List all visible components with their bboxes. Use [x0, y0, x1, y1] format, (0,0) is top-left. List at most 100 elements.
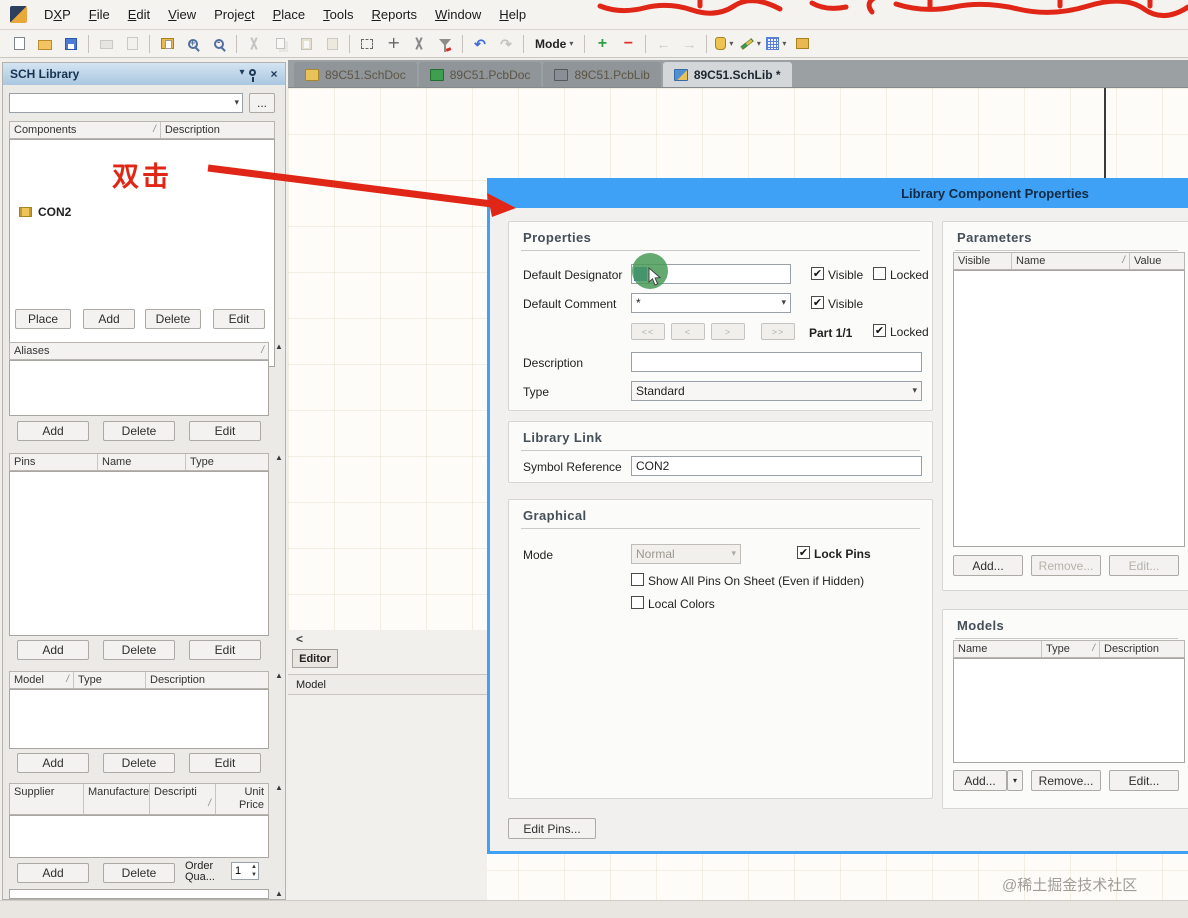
supplier-column-header[interactable]: Supplier — [10, 784, 84, 814]
type-combobox[interactable]: Standard ▾ — [631, 381, 922, 401]
schematic-wire[interactable] — [1104, 88, 1106, 178]
chevron-down-icon[interactable]: ▾ — [912, 385, 917, 396]
menu-view[interactable]: View — [159, 3, 205, 26]
unit-price-column-header[interactable]: Unit Price — [216, 784, 268, 814]
parameters-list[interactable] — [953, 270, 1185, 547]
menu-dxp[interactable]: DXP — [35, 3, 80, 26]
component-row-con2[interactable]: CON2 — [11, 205, 71, 219]
designator-visible-checkbox[interactable]: ✔ — [811, 267, 824, 280]
edit-component-button[interactable]: Edit — [213, 309, 265, 329]
add-model-button[interactable]: Add — [17, 753, 89, 773]
print-preview-icon[interactable] — [120, 33, 144, 55]
aliases-column-header[interactable]: Aliases / — [10, 343, 268, 359]
model-list[interactable] — [9, 689, 269, 749]
edit-parameter-button[interactable]: Edit... — [1109, 555, 1179, 576]
param-name-column-header[interactable]: Name / — [1012, 253, 1130, 269]
lock-pins-checkbox[interactable]: ✔ — [797, 546, 810, 559]
panel-close-icon[interactable]: × — [267, 67, 281, 81]
next-part-button[interactable]: > — [711, 323, 745, 340]
order-quantity-stepper[interactable]: 1 ▲ ▼ — [231, 862, 259, 880]
first-part-button[interactable]: << — [631, 323, 665, 340]
chevron-down-icon[interactable]: ▾ — [781, 297, 786, 308]
pins-column-header[interactable]: Pins — [10, 454, 98, 470]
copy-icon[interactable] — [268, 33, 292, 55]
drawing-tools-icon[interactable]: ▾ — [738, 33, 762, 55]
add-pin-button[interactable]: Add — [17, 640, 89, 660]
add-supplier-button[interactable]: Add — [17, 863, 89, 883]
paste-array-icon[interactable] — [320, 33, 344, 55]
description-field[interactable] — [631, 352, 922, 372]
browse-button[interactable]: ... — [249, 93, 275, 113]
print-icon[interactable] — [94, 33, 118, 55]
model-name-column-header[interactable]: Name — [954, 641, 1042, 657]
chevron-down-icon[interactable]: ▾ — [234, 97, 239, 108]
grid-settings-icon[interactable]: ▾ — [764, 33, 788, 55]
default-comment-combobox[interactable]: * ▾ — [631, 293, 791, 313]
symbol-reference-field[interactable]: CON2 — [631, 456, 922, 476]
scroll-up-icon[interactable]: ▲ — [273, 889, 285, 898]
comment-visible-checkbox[interactable]: ✔ — [811, 296, 824, 309]
zoom-out-icon[interactable] — [207, 33, 231, 55]
edit-model-button[interactable]: Edit — [189, 753, 261, 773]
model-section-bar[interactable]: Model — [288, 674, 487, 695]
collapse-chevron-icon[interactable]: < — [296, 632, 303, 646]
add-model-button[interactable]: Add... — [953, 770, 1007, 791]
tab-89c51-pcblib[interactable]: 89C51.PcbLib — [543, 62, 661, 87]
place-button[interactable]: Place — [15, 309, 71, 329]
edit-pin-button[interactable]: Edit — [189, 640, 261, 660]
mode-dropdown[interactable]: Mode ▾ — [529, 33, 579, 55]
edit-model-button[interactable]: Edit... — [1109, 770, 1179, 791]
delete-model-button[interactable]: Delete — [103, 753, 175, 773]
zoom-in-icon[interactable] — [181, 33, 205, 55]
supplier-list[interactable] — [9, 815, 269, 858]
new-document-icon[interactable] — [7, 33, 31, 55]
menu-project[interactable]: Project — [205, 3, 264, 26]
cut-icon[interactable] — [242, 33, 266, 55]
paste-icon[interactable] — [294, 33, 318, 55]
menu-reports[interactable]: Reports — [362, 3, 426, 26]
redo-icon[interactable]: ↷ — [494, 33, 518, 55]
menu-window[interactable]: Window — [426, 3, 490, 26]
show-all-pins-checkbox[interactable] — [631, 573, 644, 586]
add-component-button[interactable]: Add — [83, 309, 135, 329]
scroll-up-icon[interactable]: ▲ — [273, 783, 285, 792]
tab-89c51-schdoc[interactable]: 89C51.SchDoc — [294, 62, 417, 87]
aliases-list[interactable] — [9, 360, 269, 416]
supplier-description-column-header[interactable]: Descripti / — [150, 784, 216, 814]
pin-type-column-header[interactable]: Type — [186, 454, 268, 470]
pins-list[interactable] — [9, 471, 269, 636]
delete-component-button[interactable]: Delete — [145, 309, 201, 329]
components-column-header[interactable]: Components / — [10, 122, 161, 138]
scroll-up-icon[interactable]: ▲ — [273, 453, 285, 462]
model-desc-column-header[interactable]: Description — [1100, 641, 1184, 657]
navigate-icon[interactable]: ▾ — [712, 33, 736, 55]
tab-89c51-schlib-[interactable]: 89C51.SchLib * — [662, 62, 792, 87]
param-value-column-header[interactable]: Value — [1130, 253, 1184, 269]
manufacturer-column-header[interactable]: Manufacturer — [84, 784, 150, 814]
menu-place[interactable]: Place — [264, 3, 315, 26]
last-part-button[interactable]: >> — [761, 323, 795, 340]
model-type-column-header[interactable]: Type / — [1042, 641, 1100, 657]
component-filter-combobox[interactable]: ▾ — [9, 93, 243, 113]
stepper-arrows-icon[interactable]: ▲ ▼ — [251, 863, 257, 879]
edit-alias-button[interactable]: Edit — [189, 421, 261, 441]
model-column-header[interactable]: Model / — [10, 672, 74, 688]
scroll-up-icon[interactable]: ▲ — [273, 342, 285, 351]
part-locked-checkbox[interactable]: ✔ — [873, 324, 886, 337]
tab-editor[interactable]: Editor — [292, 649, 338, 668]
back-icon[interactable]: ← — [651, 33, 675, 55]
models-list[interactable] — [953, 658, 1185, 763]
scroll-up-icon[interactable]: ▲ — [273, 671, 285, 680]
cross-select-icon[interactable] — [407, 33, 431, 55]
add-model-dropdown-icon[interactable]: ▾ — [1007, 770, 1023, 791]
select-area-icon[interactable] — [355, 33, 379, 55]
tab-89c51-pcbdoc[interactable]: 89C51.PcbDoc — [418, 62, 542, 87]
delete-supplier-button[interactable]: Delete — [103, 863, 175, 883]
open-document-icon[interactable] — [33, 33, 57, 55]
edit-pins-button[interactable]: Edit Pins... — [508, 818, 596, 839]
panel-pin-icon[interactable] — [249, 69, 263, 76]
description-column-header[interactable]: Description — [161, 122, 274, 138]
undo-icon[interactable]: ↶ — [468, 33, 492, 55]
save-icon[interactable] — [59, 33, 83, 55]
menu-edit[interactable]: Edit — [119, 3, 159, 26]
